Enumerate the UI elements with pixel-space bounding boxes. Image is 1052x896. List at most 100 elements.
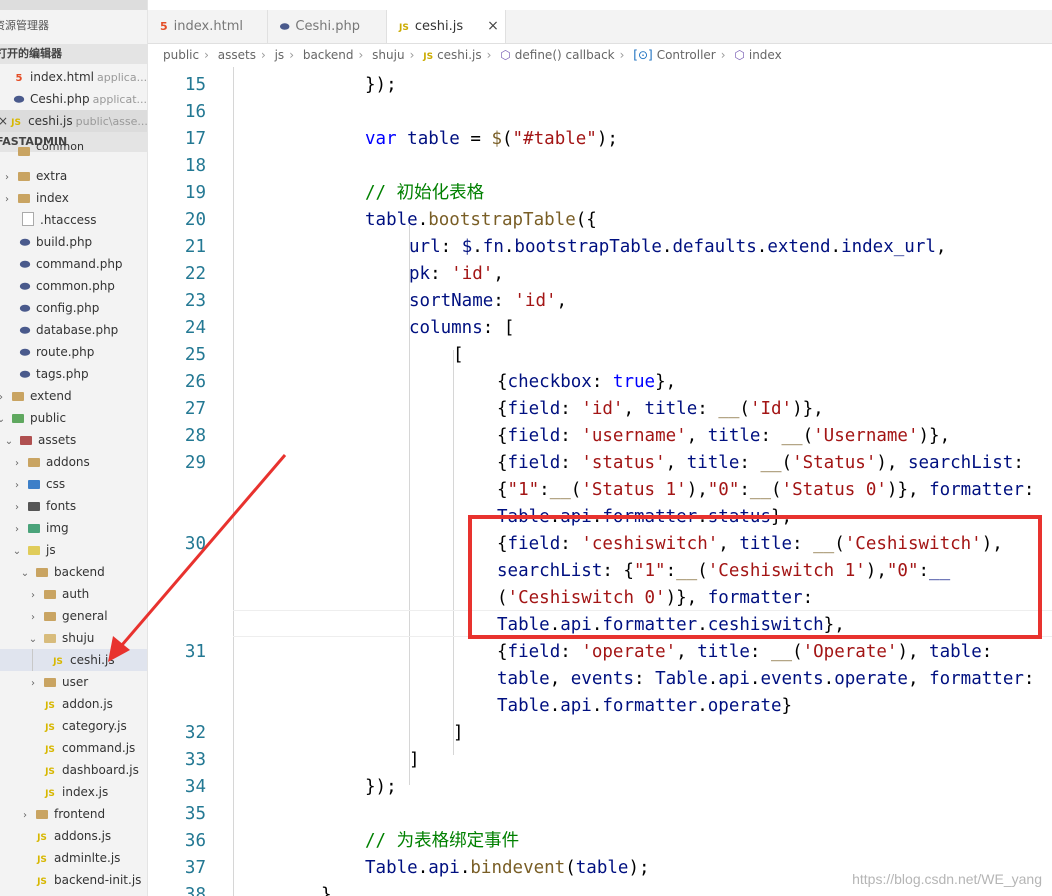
js-icon: JS [37, 877, 47, 887]
breadcrumb-item[interactable]: shuju [372, 48, 404, 62]
breadcrumb-item[interactable]: ceshi.js [437, 48, 482, 62]
chevron-right-icon: › [15, 480, 19, 491]
php-icon: ⬬ [19, 323, 31, 337]
breadcrumb: public › assets › js › backend › shuju › JS ce… [163, 48, 782, 62]
folder-icon [44, 634, 56, 643]
line-number: 16 [184, 102, 206, 122]
tree-folder-fonts[interactable]: › fonts [0, 495, 147, 517]
tree-folder-common[interactable]: common [0, 144, 147, 158]
breadcrumb-item[interactable]: js [275, 48, 285, 62]
line-number: 23 [184, 291, 206, 311]
tree-folder-index[interactable]: › index [0, 187, 147, 209]
tree-folder-frontend[interactable]: › frontend [0, 803, 147, 825]
tree-folder-shuju[interactable]: ⌄ shuju [0, 627, 147, 649]
folder-icon [44, 612, 56, 621]
breadcrumb-item[interactable]: index [749, 48, 782, 62]
tree-file-adminlte-js[interactable]: JS adminlte.js [0, 847, 147, 869]
file-icon [22, 212, 34, 226]
tree-folder-extra[interactable]: › extra [0, 165, 147, 187]
folder-icon [12, 392, 24, 401]
folder-icon [36, 568, 48, 577]
folder-icon [36, 810, 48, 819]
tree-file-common[interactable]: ⬬ common.php [0, 275, 147, 297]
folder-icon [28, 524, 40, 533]
cube-icon: ⬡ [500, 48, 511, 62]
annotation-highlight-box [468, 515, 1042, 639]
open-editor-item[interactable]: 5 index.html applica... [0, 66, 147, 88]
code-line: columns: [ [409, 318, 515, 338]
breadcrumb-item[interactable]: public [163, 48, 199, 62]
tab-ceshi-js[interactable]: JS ceshi.js × [387, 10, 506, 43]
tree-file-command[interactable]: ⬬ command.php [0, 253, 147, 275]
open-editor-item-active[interactable]: ×JSceshi.jspublic\asse... [0, 110, 147, 132]
code-editor[interactable]: 15 16 17 18 19 20 21 22 23 24 25 26 27 2… [148, 67, 1052, 896]
tree-folder-backend[interactable]: ⌄ backend [0, 561, 147, 583]
close-icon[interactable]: × [0, 114, 8, 128]
chevron-right-icon: › [0, 387, 6, 407]
tree-folder-user[interactable]: › user [0, 671, 147, 693]
code-line: ] [453, 723, 464, 743]
tree-file-route[interactable]: ⬬ route.php [0, 341, 147, 363]
tree-folder-css[interactable]: › css [0, 473, 147, 495]
line-number: 15 [184, 75, 206, 95]
folder-icon [18, 172, 30, 181]
line-number: 28 [184, 426, 206, 446]
code-line: pk: 'id', [409, 264, 504, 284]
line-number: 26 [184, 372, 206, 392]
breadcrumb-item[interactable]: backend [303, 48, 354, 62]
tree-file-addons-js[interactable]: JS addons.js [0, 825, 147, 847]
code-line: {"1":__('Status 1'),"0":__('Status 0')},… [497, 480, 1035, 500]
line-number: 32 [184, 723, 206, 743]
tree-file-tags[interactable]: ⬬ tags.php [0, 363, 147, 385]
breadcrumb-item[interactable]: Controller [657, 48, 716, 62]
tree-folder-extend[interactable]: ›extend [0, 385, 147, 407]
php-icon: ⬬ [19, 301, 31, 315]
tree-file-database[interactable]: ⬬ database.php [0, 319, 147, 341]
line-number: 20 [184, 210, 206, 230]
tree-file-ceshi-js[interactable]: JS ceshi.js [0, 649, 147, 671]
tree-folder-general[interactable]: › general [0, 605, 147, 627]
tree-file-command-js[interactable]: JS command.js [0, 737, 147, 759]
chevron-right-icon: › [15, 458, 19, 469]
tab-ceshi-php[interactable]: ⬬ Ceshi.php [268, 10, 387, 43]
folder-icon [28, 480, 40, 489]
tree-file-index-js[interactable]: JS index.js [0, 781, 147, 803]
code-line: }); [365, 777, 397, 797]
indent-guide [453, 350, 454, 755]
tree-file-addon-js[interactable]: JS addon.js [0, 693, 147, 715]
tree-folder-assets[interactable]: ⌄ assets [0, 429, 147, 451]
folder-icon [20, 436, 32, 445]
line-number: 24 [184, 318, 206, 338]
js-icon: JS [399, 23, 409, 33]
close-tab-icon[interactable]: × [487, 18, 499, 34]
tree-file-backend-init-js[interactable]: JS backend-init.js [0, 869, 147, 891]
breadcrumb-item[interactable]: define() callback [515, 48, 615, 62]
tree-file-dashboard-js[interactable]: JS dashboard.js [0, 759, 147, 781]
open-editor-item[interactable]: ⬬ Ceshi.php applicat... [0, 88, 147, 110]
code-line: table, events: Table.api.events.operate,… [497, 669, 1035, 689]
code-line: }); [365, 75, 397, 95]
tree-folder-auth[interactable]: › auth [0, 583, 147, 605]
tree-folder-img[interactable]: › img [0, 517, 147, 539]
tree-folder-js[interactable]: ⌄ js [0, 539, 147, 561]
php-icon: ⬬ [19, 345, 31, 359]
editor-tabs: 5 index.html ⬬ Ceshi.php JS ceshi.js × [148, 10, 1052, 44]
code-comment: // 初始化表格 [365, 183, 485, 203]
line-number: 17 [184, 129, 206, 149]
open-editors-header[interactable]: 打开的编辑器 [0, 44, 147, 64]
tab-index-html[interactable]: 5 index.html [148, 10, 268, 43]
breadcrumb-item[interactable]: assets [218, 48, 256, 62]
tree-folder-public[interactable]: ⌄public [0, 407, 147, 429]
sidebar-top-strip [0, 0, 147, 10]
watermark: https://blog.csdn.net/WE_yang [852, 871, 1042, 887]
html-icon: 5 [15, 73, 23, 84]
folder-icon [44, 678, 56, 687]
tree-file-htaccess[interactable]: .htaccess [0, 209, 147, 231]
chevron-down-icon: ⌄ [28, 634, 38, 645]
tree-file-config[interactable]: ⬬ config.php [0, 297, 147, 319]
tree-file-category-js[interactable]: JS category.js [0, 715, 147, 737]
tree-file-build[interactable]: ⬬ build.php [0, 231, 147, 253]
tree-folder-addons[interactable]: › addons [0, 451, 147, 473]
code-line: var table = $("#table"); [365, 129, 618, 149]
code-line: table.bootstrapTable({ [365, 210, 597, 230]
